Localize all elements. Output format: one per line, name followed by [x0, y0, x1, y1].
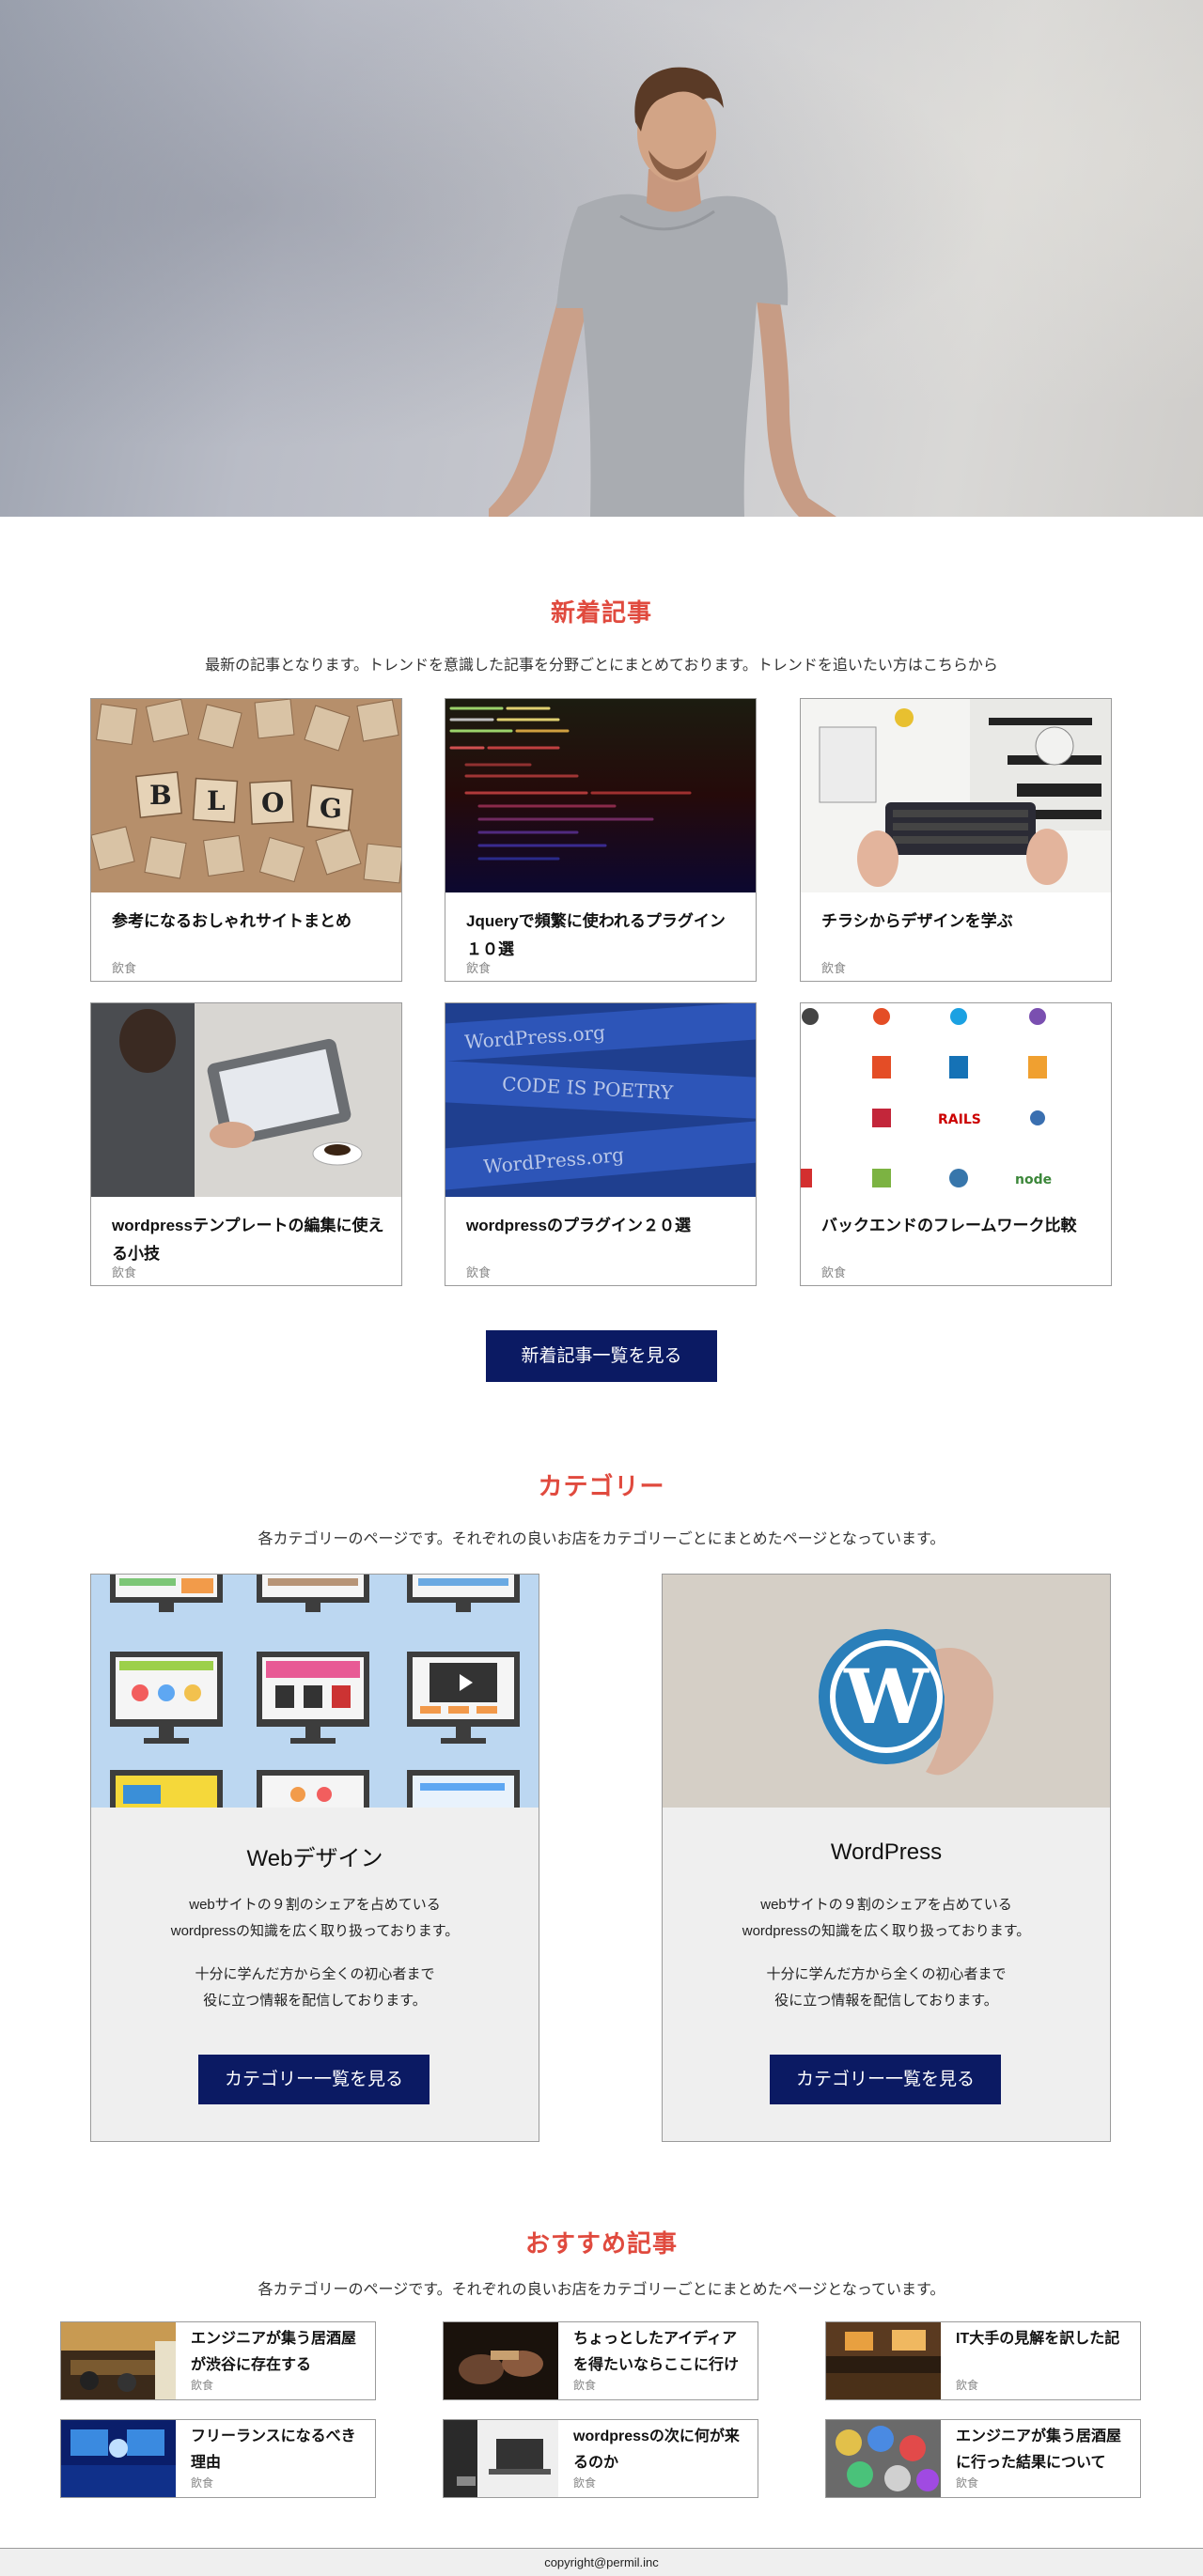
- view-new-articles-button[interactable]: 新着記事一覧を見る: [486, 1330, 717, 1382]
- category-text-line: webサイトの９割のシェアを占めている: [760, 1897, 1012, 1913]
- article-category: 飲食: [466, 961, 492, 975]
- article-category: 飲食: [821, 961, 847, 975]
- category-name: WordPress: [830, 1839, 943, 1865]
- article-title[interactable]: バックエンドのフレームワーク比較: [821, 1212, 1094, 1240]
- svg-text:RAILS: RAILS: [938, 1112, 981, 1127]
- recommended-title-text[interactable]: エンジニアが集う居酒屋に行った結果について: [956, 2424, 1134, 2476]
- category-card-web-design[interactable]: Webデザイン webサイトの９割のシェアを占めている wordpressの知識…: [90, 1574, 539, 2142]
- recommended-item[interactable]: IT大手の見解を訳した記 飲食: [825, 2321, 1141, 2400]
- category-text-line: webサイトの９割のシェアを占めている: [189, 1897, 441, 1913]
- category-text-line: 役に立つ情報を配信しております。: [203, 1993, 427, 2009]
- svg-text:node: node: [1015, 1172, 1052, 1187]
- article-card[interactable]: WordPress.org CODE IS POETRY WordPress.o…: [445, 1002, 757, 1286]
- article-card[interactable]: wordpressテンプレートの編集に使える小技 飲食: [90, 1002, 402, 1286]
- svg-text:O: O: [261, 787, 284, 818]
- article-thumbnail: [91, 1003, 401, 1197]
- article-title[interactable]: wordpressテンプレートの編集に使える小技: [112, 1212, 384, 1268]
- article-thumbnail: BLOG: [91, 699, 401, 892]
- category-card-wordpress[interactable]: W WordPress webサイトの９割のシェアを占めている wordpres…: [662, 1574, 1111, 2142]
- recommended-item[interactable]: エンジニアが集う居酒屋が渋谷に存在する 飲食: [60, 2321, 376, 2400]
- category-text-line: 十分に学んだ方から全くの初心者まで: [195, 1966, 435, 1982]
- footer-copyright: copyright@permil.inc: [0, 2548, 1203, 2576]
- recommended-title-text[interactable]: ちょっとしたアイディアを得たいならここに行け: [573, 2326, 752, 2379]
- article-title[interactable]: 参考になるおしゃれサイトまとめ: [112, 908, 384, 936]
- recommended-description: 各カテゴリーのページです。それぞれの良いお店をカテゴリーごとにまとめたページとな…: [258, 2282, 945, 2298]
- category-image: [91, 1575, 539, 1808]
- recommended-category: 飲食: [956, 2476, 979, 2490]
- view-category-button[interactable]: カテゴリー一覧を見る: [770, 2055, 1001, 2104]
- new-articles-title: 新着記事: [550, 598, 652, 627]
- hero-person-illustration: [489, 67, 836, 517]
- svg-text:L: L: [207, 785, 226, 816]
- category-text-line: 十分に学んだ方から全くの初心者まで: [766, 1966, 1007, 1982]
- recommended-category: 飲食: [191, 2379, 214, 2392]
- article-card[interactable]: チラシからデザインを学ぶ 飲食: [800, 698, 1112, 982]
- new-articles-description: 最新の記事となります。トレンドを意識した記事を分野ごとにまとめております。トレン…: [205, 658, 998, 674]
- recommended-title-text[interactable]: wordpressの次に何が来るのか: [573, 2424, 752, 2476]
- recommended-thumbnail: [826, 2322, 941, 2399]
- article-thumbnail: WordPress.org CODE IS POETRY WordPress.o…: [445, 1003, 756, 1197]
- hero-image: [0, 0, 1203, 517]
- article-category: 飲食: [112, 961, 137, 975]
- recommended-item[interactable]: ちょっとしたアイディアを得たいならここに行け 飲食: [443, 2321, 758, 2400]
- article-title[interactable]: チラシからデザインを学ぶ: [821, 908, 1094, 936]
- article-card[interactable]: Jqueryで頻繁に使われるプラグイン１０選 飲食: [445, 698, 757, 982]
- category-image: W: [663, 1575, 1110, 1808]
- recommended-title-text[interactable]: エンジニアが集う居酒屋が渋谷に存在する: [191, 2326, 369, 2379]
- article-thumbnail: RAILS node: [801, 1003, 1111, 1197]
- svg-text:G: G: [320, 793, 342, 824]
- article-thumbnail: [445, 699, 756, 892]
- article-card[interactable]: B L O G 参考になるおしゃれサイトまとめ 飲食: [90, 698, 402, 982]
- recommended-thumbnail: [826, 2420, 941, 2497]
- article-thumbnail: [801, 699, 1111, 892]
- categories-description: 各カテゴリーのページです。それぞれの良いお店をカテゴリーごとにまとめたページとな…: [258, 1531, 945, 1547]
- recommended-item[interactable]: フリーランスになるべき理由 飲食: [60, 2419, 376, 2498]
- category-text-line: wordpressの知識を広く取り扱っております。: [170, 1923, 460, 1939]
- recommended-item[interactable]: wordpressの次に何が来るのか 飲食: [443, 2419, 758, 2498]
- recommended-item[interactable]: エンジニアが集う居酒屋に行った結果について 飲食: [825, 2419, 1141, 2498]
- recommended-title-text[interactable]: IT大手の見解を訳した記: [956, 2326, 1134, 2352]
- recommended-category: 飲食: [956, 2379, 979, 2392]
- article-title[interactable]: Jqueryで頻繁に使われるプラグイン１０選: [466, 908, 739, 964]
- article-category: 飲食: [112, 1265, 137, 1280]
- recommended-category: 飲食: [573, 2379, 597, 2392]
- recommended-title: おすすめ記事: [524, 2229, 678, 2258]
- recommended-thumbnail: [61, 2322, 176, 2399]
- recommended-thumbnail: [444, 2420, 558, 2497]
- recommended-title-text[interactable]: フリーランスになるべき理由: [191, 2424, 369, 2476]
- article-card[interactable]: RAILS node バックエンドのフレームワーク比較 飲食: [800, 1002, 1112, 1286]
- view-category-button[interactable]: カテゴリー一覧を見る: [198, 2055, 430, 2104]
- recommended-thumbnail: [444, 2322, 558, 2399]
- article-category: 飲食: [821, 1265, 847, 1280]
- recommended-category: 飲食: [573, 2476, 597, 2490]
- recommended-thumbnail: [61, 2420, 176, 2497]
- categories-title: カテゴリー: [538, 1472, 665, 1500]
- recommended-category: 飲食: [191, 2476, 214, 2490]
- svg-text:B: B: [149, 780, 172, 811]
- svg-text:W: W: [843, 1653, 930, 1741]
- category-text-line: 役に立つ情報を配信しております。: [774, 1993, 998, 2009]
- category-text-line: wordpressの知識を広く取り扱っております。: [742, 1923, 1031, 1939]
- article-title[interactable]: wordpressのプラグイン２０選: [466, 1212, 739, 1240]
- category-name: Webデザイン: [246, 1846, 383, 1871]
- article-category: 飲食: [466, 1265, 492, 1280]
